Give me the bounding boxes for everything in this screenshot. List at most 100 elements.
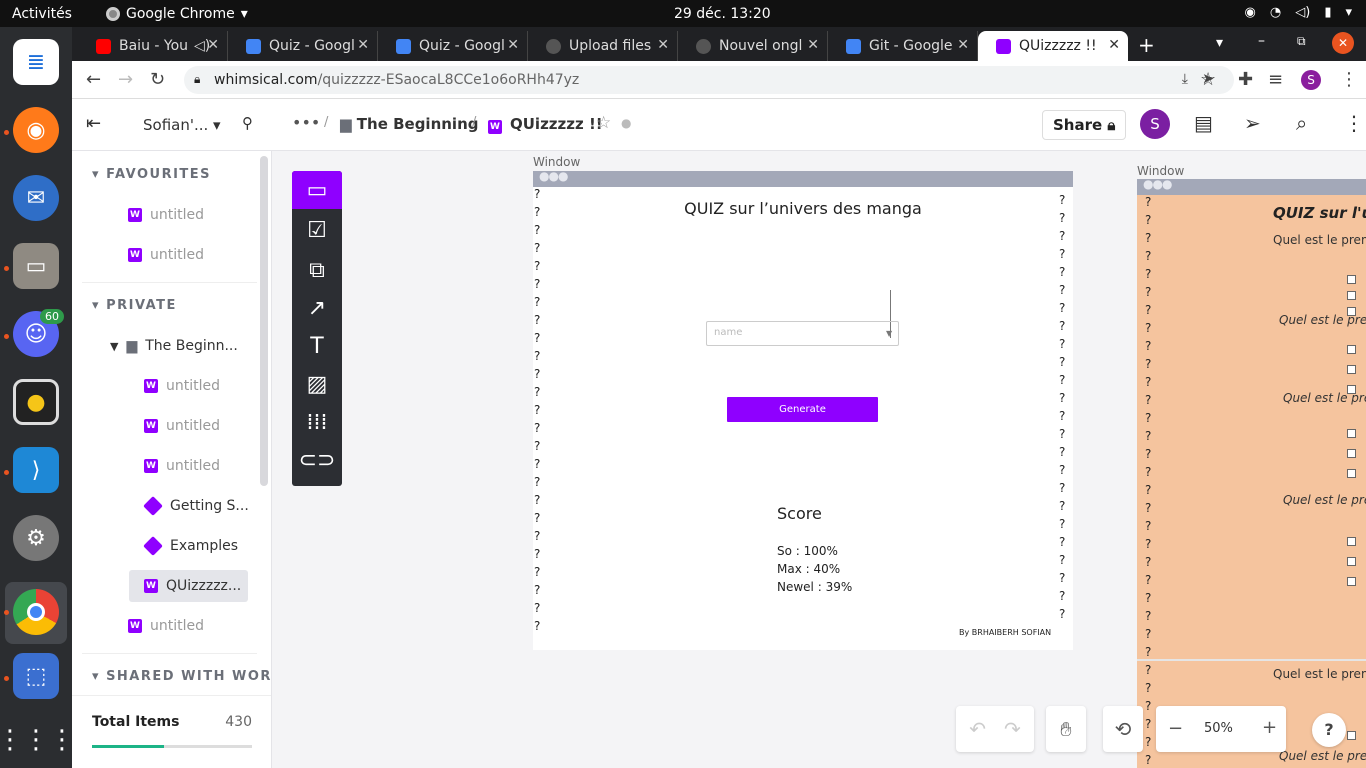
files-icon[interactable]: ▭ [13,243,59,289]
checkbox[interactable] [1347,469,1356,478]
close-icon[interactable]: ✕ [507,37,519,53]
star-icon[interactable]: ☆ [596,113,611,133]
checkbox[interactable] [1347,449,1356,458]
hand-tool-icon[interactable]: ✋︎ [1046,706,1086,752]
reload-icon[interactable]: ↻ [150,69,165,90]
minimize-button[interactable]: – [1258,33,1265,49]
tab-new-tab[interactable]: Nouvel ongl ✕ [678,31,828,61]
ui-components-icon[interactable]: ☑ [292,211,342,249]
help-button[interactable]: ? [1312,713,1346,747]
name-input[interactable]: name [706,321,899,346]
redo-icon[interactable]: ↷ [1004,717,1021,741]
menu-icon[interactable]: ⋮ [1340,69,1358,90]
generate-button[interactable]: Generate [727,397,878,422]
overflow-menu-icon[interactable]: ⋮ [1344,111,1364,135]
tab-youtube[interactable]: Baiu - You ◁) ✕ [78,31,228,61]
checkbox[interactable] [1347,345,1356,354]
history-icon[interactable]: ⟲ [1103,706,1143,752]
chrome-icon[interactable] [13,589,59,635]
quiz-window-frame-2[interactable]: ●●● ???????????????????????????????? QUI… [1137,177,1366,768]
tab-quiz-doc-1[interactable]: Quiz - Googl ✕ [228,31,378,61]
sidebar-item-untitled[interactable]: Wuntitled [128,618,204,634]
media-icon[interactable]: ≡ [1268,69,1283,90]
checkbox[interactable] [1347,385,1356,394]
sidebar-item-current[interactable]: W QUizzzzz... [129,570,248,602]
sidebar-folder-the-beginning[interactable]: ▼ ▆ The Beginn... [110,338,238,354]
quiz-window-frame[interactable]: ●●● ????????????????????????? ??????????… [533,169,1073,650]
app-menu[interactable]: Google Chrome ▾ [106,6,248,22]
close-icon[interactable]: ✕ [1108,37,1120,53]
activities-button[interactable]: Activités [12,6,72,22]
workspace-selector[interactable]: Sofian'... ▾ [143,116,221,134]
share-button[interactable]: Share 🔒︎ [1042,110,1127,140]
arrow-icon[interactable]: ↗ [292,289,342,327]
close-icon[interactable]: ✕ [957,37,969,53]
extensions-icon[interactable]: ✚ [1238,69,1253,90]
system-tray[interactable]: ◉ ◔ ◁) ▮ ▾ [1245,5,1352,20]
favourites-header[interactable]: ▾ FAVOURITES [92,167,211,182]
tab-upload-files[interactable]: Upload files ✕ [528,31,678,61]
checkbox[interactable] [1347,731,1356,740]
zoom-level[interactable]: 50% [1204,721,1233,736]
more-tools-icon[interactable]: ⁞⁞⁞ [292,403,342,441]
clock[interactable]: 29 déc. 13:20 [674,6,771,22]
sidebar-item-untitled[interactable]: Wuntitled [144,458,220,474]
thunderbird-icon[interactable]: ✉ [13,175,59,221]
app-grid-icon[interactable]: ⋮⋮⋮ [0,717,75,763]
user-avatar[interactable]: S [1140,109,1170,139]
sidebar-scrollbar[interactable] [260,156,268,486]
board-canvas[interactable]: ▭ ☑ ⧉ ↗ T ▨ ⁞⁞⁞ ⊂⊃ Window ●●● ??????????… [272,151,1366,768]
firefox-icon[interactable]: ◉ [13,107,59,153]
breadcrumb-folder[interactable]: ▆ The Beginning [340,115,479,133]
image-icon[interactable]: ▨ [292,365,342,403]
undo-icon[interactable]: ↶ [969,717,986,741]
search-icon[interactable]: ⌕ [1296,111,1307,135]
close-icon[interactable]: ✕ [657,37,669,53]
breadcrumb-doc[interactable]: W QUizzzzz !! [488,115,603,134]
checkbox[interactable] [1347,429,1356,438]
libreoffice-writer-icon[interactable]: ≣ [13,39,59,85]
new-tab-button[interactable]: + [1138,33,1155,57]
url-bar[interactable]: 🔒︎ whimsical.com/quizzzzz-ESaocaL8CCe1o6… [184,66,1234,94]
close-icon[interactable]: ✕ [207,37,219,53]
tab-git-doc[interactable]: Git - Google ✕ [828,31,978,61]
close-icon[interactable]: ✕ [357,37,369,53]
forward-icon[interactable]: → [118,69,133,90]
send-icon[interactable]: ➢ [1244,111,1261,135]
tab-quizzzzz[interactable]: QUizzzzz !! ✕ [978,31,1128,61]
settings-icon[interactable]: ⚙ [13,515,59,561]
checkbox[interactable] [1347,537,1356,546]
shared-header[interactable]: ▾ SHARED WITH WORI [92,669,271,684]
sidebar-item-untitled[interactable]: Wuntitled [128,207,204,223]
sidebar-item-untitled[interactable]: Wuntitled [144,378,220,394]
link-icon[interactable]: ⊂⊃ [292,441,342,479]
sidebar-item-untitled[interactable]: Wuntitled [128,247,204,263]
vscode-icon[interactable]: ⟩ [13,447,59,493]
back-icon[interactable]: ← [86,69,101,90]
frame-icon[interactable]: ⧉ [292,251,342,289]
frame-label[interactable]: Window [533,155,580,169]
window-tool-icon[interactable]: ▭ [292,171,342,209]
private-header[interactable]: ▾ PRIVATE [92,298,177,313]
close-window-button[interactable]: ✕ [1332,32,1354,54]
sidebar-item-getting-started[interactable]: Getting S... [143,496,249,516]
tab-quiz-doc-2[interactable]: Quiz - Googl ✕ [378,31,528,61]
zoom-out-button[interactable]: − [1168,718,1183,739]
bookmark-star-icon[interactable]: ☆ [1200,69,1216,90]
lock-icon[interactable]: 🔒︎ [194,72,200,87]
close-icon[interactable]: ✕ [807,37,819,53]
tab-search-icon[interactable]: ▾ [1216,35,1223,51]
checkbox[interactable] [1347,275,1356,284]
checkbox[interactable] [1347,307,1356,316]
sidebar-item-untitled[interactable]: Wuntitled [144,418,220,434]
checkbox[interactable] [1347,365,1356,374]
maximize-button[interactable]: ⧉ [1297,34,1306,49]
text-icon[interactable]: T [292,327,342,365]
checkbox[interactable] [1347,577,1356,586]
rhythmbox-icon[interactable]: ● [13,379,59,425]
install-icon[interactable]: ⤓ [1182,71,1188,87]
comments-icon[interactable]: ▤ [1194,111,1213,135]
collapse-sidebar-icon[interactable]: ⇤ [86,113,101,134]
checkbox[interactable] [1347,291,1356,300]
profile-avatar[interactable]: S [1301,70,1321,90]
